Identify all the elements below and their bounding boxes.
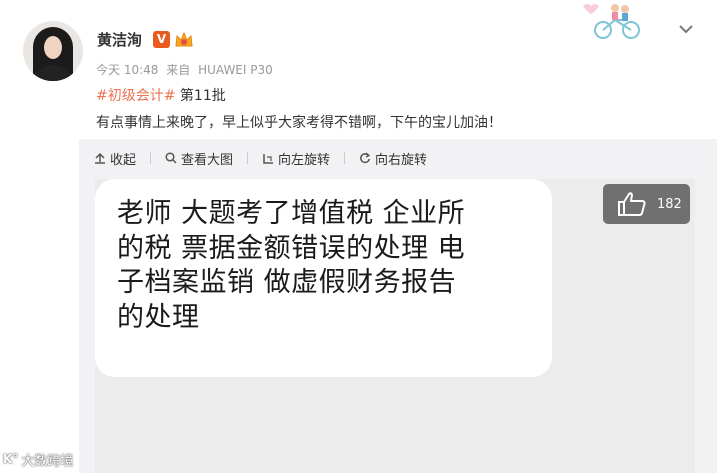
bubble-line: 子档案监销 做虚假财务报告 [117, 267, 457, 298]
avatar-face [44, 36, 62, 59]
view-large-button[interactable]: 查看大图 [165, 149, 248, 168]
view-large-label: 查看大图 [181, 152, 234, 168]
rotate-right-button[interactable]: 向右旋转 [359, 149, 427, 168]
chat-bubble: 老师 大题考了增值税 企业所 的税 票据金额错误的处理 电 子档案监销 做虚假财… [95, 179, 552, 377]
verified-badge: V [153, 31, 170, 48]
source-prefix: 来自 [166, 63, 191, 77]
couple-bicycle-banner-icon [583, 4, 640, 39]
thumbs-up-icon [618, 192, 646, 216]
avatar[interactable] [23, 21, 83, 81]
image-toolbar: 收起 查看大图 向左旋转 向右旋转 [79, 139, 441, 177]
post-topic-line: #初级会计# 第11批 [96, 85, 226, 105]
rotate-right-icon [360, 152, 371, 164]
vip-crown-icon [175, 31, 193, 47]
collapse-label: 收起 [110, 152, 137, 168]
hashtag-suffix: 第11批 [179, 88, 226, 104]
bubble-line: 的税 票据金额错误的处理 电 [117, 232, 466, 264]
post-text: 有点事情上来晚了，早上似乎大家考得不错啊，下午的宝儿加油！ [96, 115, 502, 131]
collapse-up-icon [95, 152, 105, 164]
post-meta: 今天 10:48 来自 HUAWEI P30 [96, 61, 277, 78]
watermark-logo: K° [3, 452, 19, 466]
rotate-right-label: 向右旋转 [375, 152, 428, 168]
like-button[interactable]: 182 [603, 184, 690, 224]
like-count: 182 [657, 196, 682, 212]
bubble-line: 的处理 [117, 301, 200, 333]
collapse-button[interactable]: 收起 [94, 149, 151, 168]
author-name[interactable]: 黄洁洵 [97, 29, 142, 50]
device-source: HUAWEI P30 [198, 63, 273, 77]
watermark-text: 大数跨境 [21, 453, 74, 469]
chevron-down-icon[interactable] [677, 20, 695, 38]
watermark: K° 大数跨境 [3, 449, 73, 469]
rotate-left-button[interactable]: 向左旋转 [262, 149, 345, 168]
bubble-line: 老师 大题考了增值税 企业所 [117, 198, 466, 229]
rotate-left-label: 向左旋转 [278, 152, 331, 168]
hashtag-link[interactable]: #初级会计# [96, 88, 175, 104]
post-time[interactable]: 今天 10:48 [96, 63, 158, 77]
magnifier-icon [165, 152, 177, 164]
rotate-left-icon [263, 154, 274, 164]
